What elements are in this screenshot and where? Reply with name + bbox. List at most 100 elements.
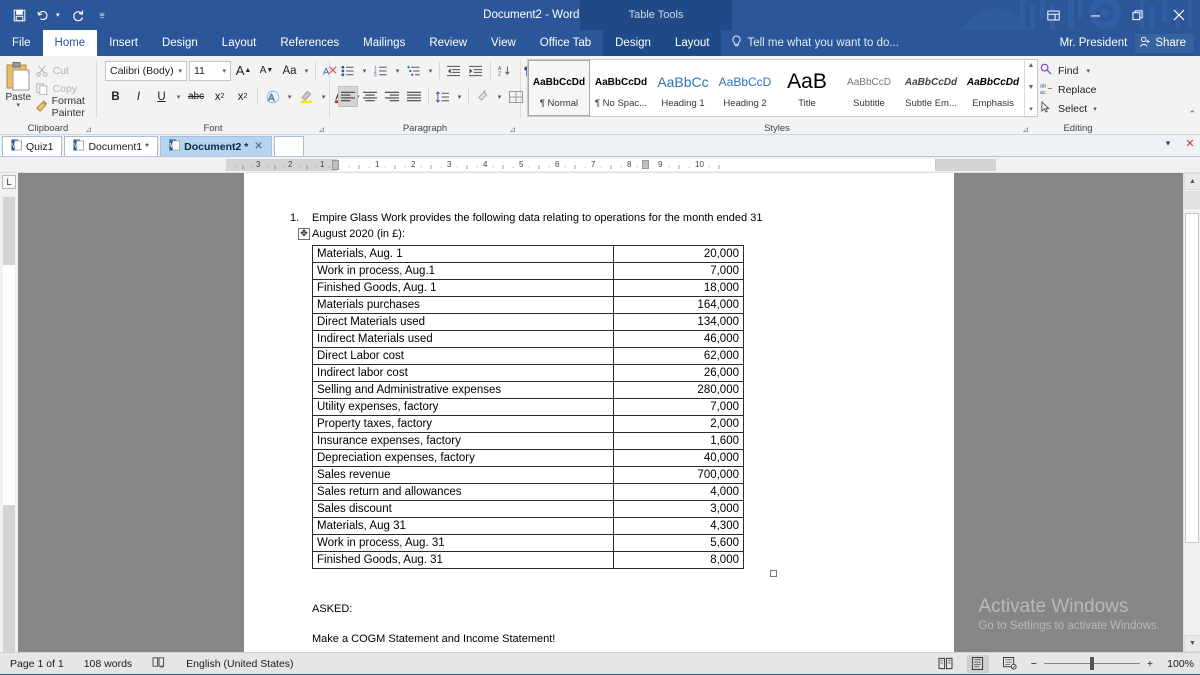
zoom-in-button[interactable]: + <box>1147 658 1153 670</box>
table-row[interactable]: Indirect Materials used 46,000 <box>312 329 745 348</box>
tab-file[interactable]: File <box>0 30 43 56</box>
align-center-icon[interactable] <box>360 86 380 107</box>
office-tab-document2[interactable]: W Document2 * ✕ <box>160 136 272 156</box>
tab-layout[interactable]: Layout <box>210 30 269 56</box>
redo-icon[interactable] <box>67 4 89 26</box>
page-indicator[interactable]: Page 1 of 1 <box>0 658 74 670</box>
superscript-icon[interactable]: x2 <box>232 86 253 107</box>
tab-insert[interactable]: Insert <box>97 30 150 56</box>
table-row[interactable]: Work in process, Aug. 31 5,600 <box>312 533 745 552</box>
scroll-split-handle[interactable] <box>1184 191 1200 209</box>
table-row[interactable]: Direct Labor cost 62,000 <box>312 346 745 365</box>
style-normal[interactable]: AaBbCcDd ¶ Normal <box>528 60 590 116</box>
text-highlight-color-icon[interactable] <box>296 86 317 107</box>
tab-home[interactable]: Home <box>42 30 98 56</box>
bold-icon[interactable]: B <box>105 86 126 107</box>
read-mode-icon[interactable] <box>935 655 957 673</box>
table-row[interactable]: Sales discount 3,000 <box>312 499 745 518</box>
table-row[interactable]: Work in process, Aug.1 7,000 <box>312 261 745 280</box>
office-tab-new-area[interactable] <box>273 136 304 156</box>
font-size-input[interactable]: 11 ▾ <box>189 60 231 81</box>
style-title[interactable]: AaB Title <box>776 60 838 116</box>
underline-dropdown-icon[interactable]: ▾ <box>174 93 183 101</box>
left-indent-marker[interactable] <box>332 159 339 170</box>
sort-icon[interactable]: AZ <box>495 60 515 81</box>
underline-icon[interactable]: U <box>151 86 172 107</box>
tab-mailings[interactable]: Mailings <box>351 30 417 56</box>
table-row[interactable]: Utility expenses, factory 7,000 <box>312 397 745 416</box>
line-spacing-icon[interactable] <box>433 86 453 107</box>
grow-font-icon[interactable]: A ▲ <box>233 60 254 81</box>
table-row[interactable]: Finished Goods, Aug. 1 18,000 <box>312 278 745 297</box>
web-layout-icon[interactable] <box>999 655 1021 673</box>
tab-design[interactable]: Design <box>150 30 210 56</box>
change-case-dropdown-icon[interactable]: ▾ <box>302 67 311 75</box>
increase-indent-icon[interactable] <box>466 60 486 81</box>
font-name-input[interactable]: Calibri (Body) ▾ <box>105 60 187 81</box>
tab-review[interactable]: Review <box>417 30 479 56</box>
table-row[interactable]: Indirect labor cost 26,000 <box>312 363 745 382</box>
minimize-icon[interactable] <box>1074 0 1116 30</box>
text-effects-dropdown-icon[interactable]: ▾ <box>285 93 294 101</box>
table-row[interactable]: Property taxes, factory 2,000 <box>312 414 745 433</box>
bullets-dropdown-icon[interactable]: ▾ <box>360 67 369 75</box>
line-spacing-dropdown-icon[interactable]: ▾ <box>455 93 464 101</box>
replace-button[interactable]: ab ac Replace <box>1040 80 1097 99</box>
font-dialog-launcher-icon[interactable]: ⊿ <box>318 125 325 134</box>
table-resize-handle-icon[interactable] <box>770 569 777 577</box>
tab-table-layout[interactable]: Layout <box>663 30 722 56</box>
ribbon-display-options-icon[interactable] <box>1032 0 1074 30</box>
table-row[interactable]: Insurance expenses, factory 1,600 <box>312 431 745 450</box>
scroll-down-icon[interactable]: ▼ <box>1184 635 1200 652</box>
font-size-dropdown-icon[interactable]: ▾ <box>218 67 230 75</box>
tell-me-search[interactable]: Tell me what you want to do... <box>721 30 909 56</box>
collapse-ribbon-icon[interactable]: ⌃ <box>1188 109 1196 120</box>
table-row[interactable]: Materials, Aug 31 4,300 <box>312 516 745 535</box>
decrease-indent-icon[interactable] <box>444 60 464 81</box>
paragraph-dialog-launcher-icon[interactable]: ⊿ <box>509 125 516 134</box>
scroll-thumb[interactable] <box>1185 213 1199 543</box>
table-row[interactable]: Selling and Administrative expenses 280,0… <box>312 380 745 399</box>
horizontal-ruler[interactable]: · ı · 3 · ı · 2 · ı · 1 · · ı · 1 · ı · 2 · ı · 3 · ı… <box>0 157 1200 173</box>
document-content[interactable]: 1. Empire Glass Work provides the follow… <box>244 173 954 645</box>
format-painter-button[interactable]: Format Painter <box>33 95 92 119</box>
window-controls[interactable] <box>1032 0 1200 30</box>
zoom-slider-track[interactable] <box>1043 657 1140 670</box>
vertical-scrollbar[interactable]: ▲ ▼ <box>1183 173 1200 652</box>
styles-dialog-launcher-icon[interactable]: ⊿ <box>1022 125 1029 134</box>
styles-gallery[interactable]: AaBbCcDd ¶ Normal AaBbCcDd ¶ No Spac... … <box>527 59 1038 117</box>
clipboard-dialog-launcher-icon[interactable]: ⊿ <box>85 125 92 134</box>
find-dropdown-icon[interactable]: ▾ <box>1086 67 1090 75</box>
shading-dropdown-icon[interactable]: ▾ <box>495 93 504 101</box>
customize-qat-icon[interactable]: ⩸ <box>91 4 113 26</box>
print-layout-icon[interactable] <box>966 654 989 673</box>
ruler-track[interactable]: · ı · 3 · ı · 2 · ı · 1 · · ı · 1 · ı · 2 · ı · 3 · ı… <box>18 158 1182 171</box>
data-table[interactable]: Materials, Aug. 1 20,000 Work in process,… <box>312 244 745 569</box>
style-heading-1[interactable]: AaBbCc Heading 1 <box>652 60 714 116</box>
document-page[interactable]: 1. Empire Glass Work provides the follow… <box>244 173 954 652</box>
close-icon[interactable] <box>1158 0 1200 30</box>
style-no-spacing[interactable]: AaBbCcDd ¶ No Spac... <box>590 60 652 116</box>
office-tab-close-icon[interactable]: ✕ <box>1182 137 1198 150</box>
proofing-status[interactable] <box>142 656 176 671</box>
select-button[interactable]: Select ▾ <box>1040 99 1097 118</box>
office-tab-menu-icon[interactable]: ▾ <box>1160 138 1176 149</box>
language-indicator[interactable]: English (United States) <box>176 658 303 670</box>
office-tab-document1[interactable]: W Document1 * <box>64 136 159 156</box>
multilevel-list-icon[interactable] <box>404 60 424 81</box>
restore-icon[interactable] <box>1116 0 1158 30</box>
table-row[interactable]: Materials, Aug. 1 20,000 <box>312 244 745 263</box>
zoom-out-button[interactable]: − <box>1031 658 1037 670</box>
undo-icon[interactable] <box>32 4 54 26</box>
strikethrough-icon[interactable]: abc <box>185 86 207 107</box>
find-button[interactable]: Find ▾ <box>1040 61 1090 80</box>
shading-icon[interactable] <box>473 86 493 107</box>
numbering-icon[interactable]: 123 <box>371 60 391 81</box>
office-tab-quiz1[interactable]: W Quiz1 <box>2 136 63 156</box>
tab-stop-selector[interactable]: L <box>2 175 16 189</box>
select-dropdown-icon[interactable]: ▾ <box>1093 105 1097 113</box>
font-name-dropdown-icon[interactable]: ▾ <box>174 67 186 75</box>
share-button[interactable]: Share <box>1135 33 1194 53</box>
shrink-font-icon[interactable]: A ▼ <box>256 60 277 81</box>
tab-table-design[interactable]: Design <box>603 30 663 56</box>
